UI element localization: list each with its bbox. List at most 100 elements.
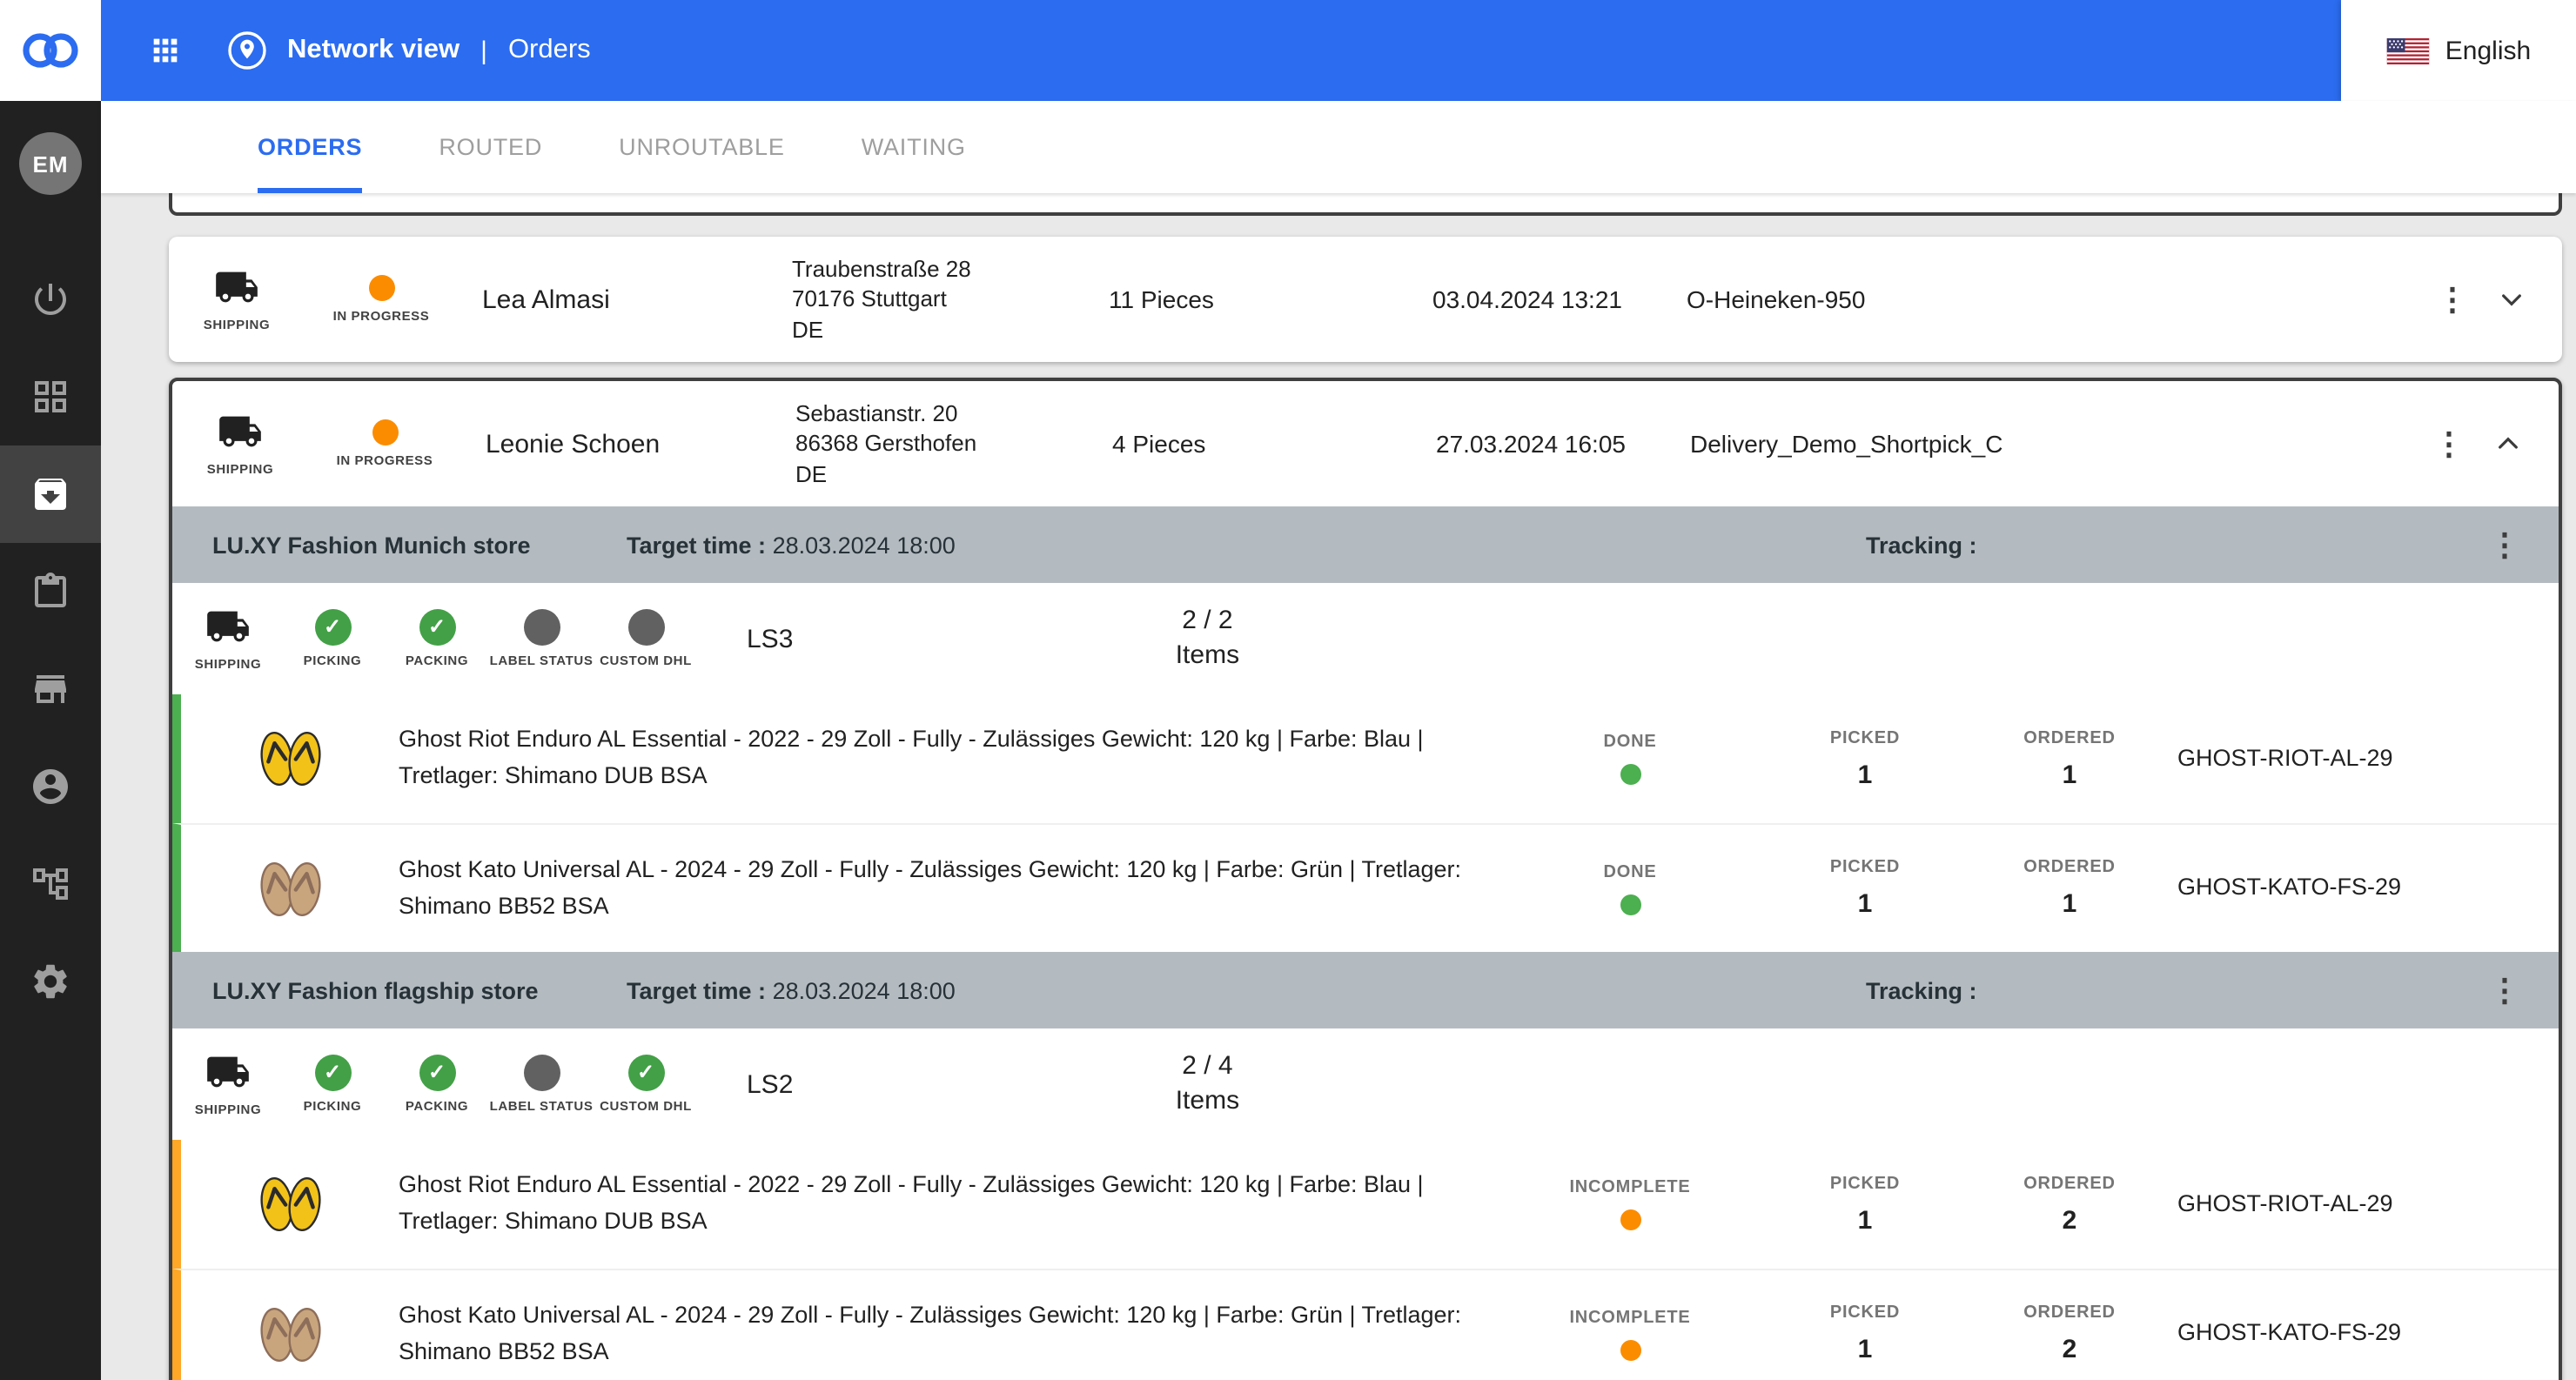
item-picked: PICKED 1 (1748, 728, 1982, 789)
avatar[interactable]: EM (19, 132, 82, 195)
truck-icon (218, 410, 263, 455)
item-description: Ghost Riot Enduro AL Essential - 2022 - … (399, 1168, 1513, 1241)
truck-icon (205, 605, 251, 650)
item-description: Ghost Riot Enduro AL Essential - 2022 - … (399, 722, 1513, 795)
order-datetime: 27.03.2024 16:05 (1436, 430, 1690, 458)
order-reference: Delivery_Demo_Shortpick_C (1690, 430, 2419, 458)
main-area: Network view | Orders English ORDERS ROU… (101, 0, 2576, 1380)
chevron-up-icon[interactable] (2479, 430, 2538, 458)
customer-address: Traubenstraße 28 70176 Stuttgart DE (792, 253, 1109, 345)
tab-unroutable[interactable]: UNROUTABLE (619, 101, 785, 193)
status-dot-green (1620, 764, 1640, 785)
order-item[interactable]: Ghost Riot Enduro AL Essential - 2022 - … (172, 694, 2559, 823)
step-packing-done: ✓ PACKING (385, 1055, 489, 1115)
shipment-code: LS3 (747, 624, 793, 653)
check-circle-icon: ✓ (314, 1055, 351, 1091)
item-status: INCOMPLETE (1513, 1178, 1748, 1230)
check-circle-icon: ✓ (419, 609, 455, 646)
address-line-3: DE (795, 459, 1112, 490)
store-name: LU.XY Fashion flagship store (212, 977, 627, 1003)
address-line-3: DE (792, 315, 1109, 345)
items-count-value: 2 / 2 (1103, 604, 1311, 640)
item-sku: GHOST-KATO-FS-29 (2177, 872, 2438, 905)
sidebar-item-inbox-orders[interactable] (0, 445, 101, 543)
item-description: Ghost Kato Universal AL - 2024 - 29 Zoll… (399, 1297, 1513, 1370)
step-shipping: SHIPPING (176, 1050, 280, 1119)
order-menu-button[interactable]: ⋮ (2423, 284, 2482, 315)
step-picking-done: ✓ PICKING (280, 609, 385, 669)
app-logo[interactable] (0, 0, 101, 101)
fulfillment-steps: SHIPPING ✓ PICKING ✓ PACKING LABEL STATU… (172, 1028, 2559, 1140)
in-progress-label: IN PROGRESS (337, 452, 433, 469)
order-item[interactable]: Ghost Kato Universal AL - 2024 - 29 Zoll… (172, 1269, 2559, 1380)
gear-icon (30, 961, 71, 1002)
order-datetime: 03.04.2024 13:21 (1432, 285, 1687, 313)
step-picking-done: ✓ PICKING (280, 1055, 385, 1115)
order-row[interactable]: SHIPPING IN PROGRESS Leonie Schoen Sebas… (172, 381, 2559, 506)
target-time-label: Target time : (627, 977, 766, 1003)
sidebar-item-stores[interactable] (0, 640, 101, 738)
apps-grid-icon (148, 33, 183, 68)
store-icon (30, 668, 71, 710)
target-time-value: 28.03.2024 18:00 (773, 977, 956, 1003)
tab-waiting[interactable]: WAITING (862, 101, 966, 193)
store-menu-button[interactable]: ⋮ (2475, 529, 2534, 560)
sidebar-item-dashboard[interactable] (0, 348, 101, 445)
store-menu-button[interactable]: ⋮ (2475, 975, 2534, 1006)
step-custom-dhl-pending: CUSTOM DHL (594, 609, 698, 669)
shipping-status: SHIPPING (190, 410, 291, 479)
sidebar-item-users[interactable] (0, 738, 101, 835)
store-header: LU.XY Fashion flagship store Target time… (172, 952, 2559, 1028)
step-label-status-pending: LABEL STATUS (489, 609, 594, 669)
address-line-2: 86368 Gersthofen (795, 428, 1112, 459)
store-name: LU.XY Fashion Munich store (212, 532, 627, 558)
status-dot-orange (1620, 1339, 1640, 1360)
tab-orders[interactable]: ORDERS (258, 101, 362, 193)
language-label: English (2445, 36, 2531, 65)
item-sku: GHOST-RIOT-AL-29 (2177, 1188, 2438, 1221)
sidebar-item-settings[interactable] (0, 933, 101, 1030)
sidebar-item-tasks[interactable] (0, 543, 101, 640)
progress-status: IN PROGRESS (319, 275, 444, 325)
inbox-download-icon (30, 473, 71, 515)
tracking-label: Tracking : (1866, 977, 1977, 1003)
items-count-label: Items (1103, 639, 1311, 674)
target-time: Target time : 28.03.2024 18:00 (627, 977, 1866, 1003)
address-line-1: Traubenstraße 28 (792, 253, 1109, 284)
account-circle-icon (30, 766, 71, 807)
app-viewport: EM (0, 0, 2576, 1380)
status-dot-green (1620, 894, 1640, 914)
item-ordered: ORDERED 2 (1982, 1303, 2157, 1364)
target-time: Target time : 28.03.2024 18:00 (627, 532, 1866, 558)
item-status: DONE (1513, 862, 1748, 914)
apps-grid-button[interactable] (136, 33, 195, 68)
chevron-down-icon[interactable] (2482, 285, 2541, 313)
order-item[interactable]: Ghost Kato Universal AL - 2024 - 29 Zoll… (172, 823, 2559, 952)
sidebar-nav (0, 230, 101, 1030)
order-row[interactable]: SHIPPING IN PROGRESS Lea Almasi Traubens… (169, 237, 2562, 362)
truck-icon (214, 265, 259, 311)
order-reference: O-Heineken-950 (1687, 285, 2423, 313)
language-selector[interactable]: English (2341, 0, 2576, 101)
order-menu-button[interactable]: ⋮ (2419, 428, 2479, 459)
items-count-label: Items (1103, 1084, 1311, 1120)
power-icon (30, 278, 71, 320)
step-custom-dhl-done: ✓ CUSTOM DHL (594, 1055, 698, 1115)
items-count: 2 / 2 Items (1103, 604, 1311, 674)
sidebar-item-logout[interactable] (0, 251, 101, 348)
tab-routed[interactable]: ROUTED (439, 101, 542, 193)
product-image-flipflops-yellow (181, 1162, 399, 1246)
order-card-leonie-schoen: SHIPPING IN PROGRESS Leonie Schoen Sebas… (169, 378, 2562, 1380)
shipping-label: SHIPPING (204, 318, 271, 334)
previous-card-bottom-edge (169, 193, 2562, 216)
product-image-flipflops-yellow (181, 717, 399, 801)
item-description: Ghost Kato Universal AL - 2024 - 29 Zoll… (399, 852, 1513, 925)
step-shipping: SHIPPING (176, 605, 280, 673)
item-sku: GHOST-RIOT-AL-29 (2177, 742, 2438, 775)
order-item[interactable]: Ghost Riot Enduro AL Essential - 2022 - … (172, 1140, 2559, 1269)
status-dot-orange (1620, 1209, 1640, 1230)
sidebar-item-network[interactable] (0, 835, 101, 933)
target-time-label: Target time : (627, 532, 766, 558)
brand-logo-icon (19, 30, 82, 71)
page-title: Network view (287, 35, 460, 66)
